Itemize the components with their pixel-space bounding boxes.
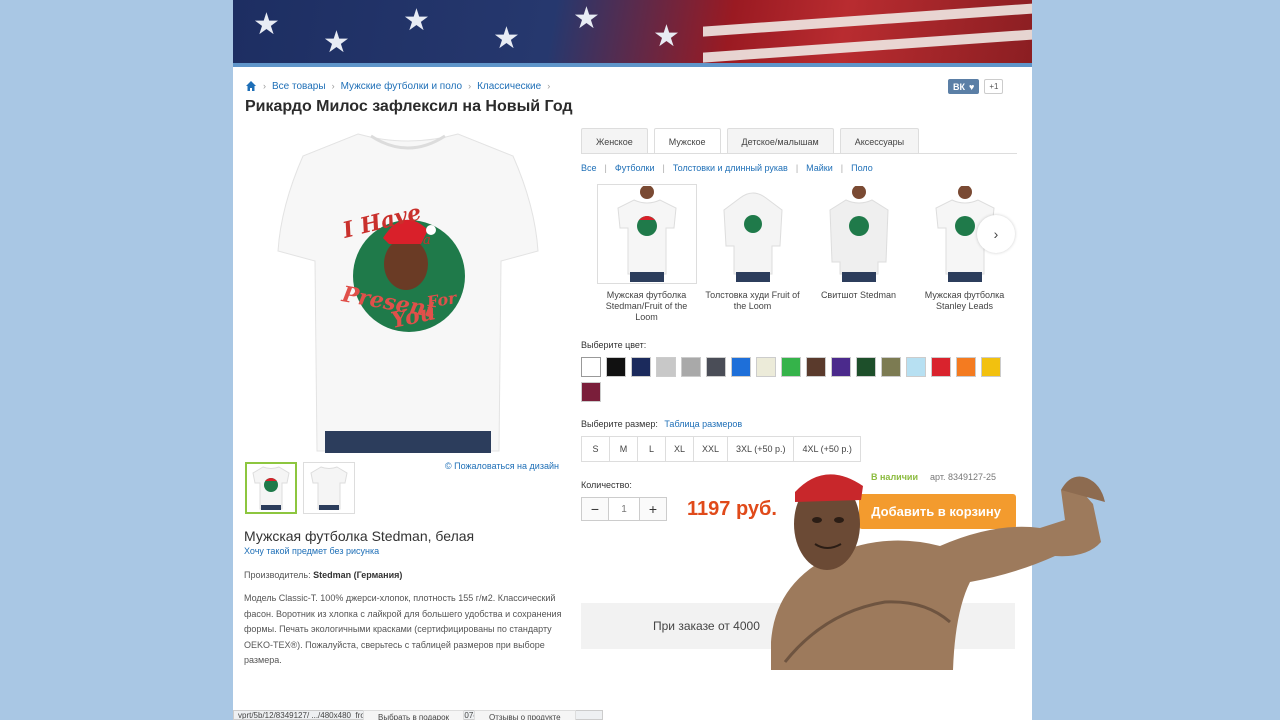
chevron-right-icon[interactable]: ›	[977, 215, 1015, 253]
size-option-m[interactable]: M	[609, 436, 638, 462]
product-main-image[interactable]: I Have a Present For You	[273, 126, 543, 456]
subnav-hoodies[interactable]: Толстовки и длинный рукав	[673, 163, 788, 173]
variant-label: Мужская футболка Stedman/Fruit of the Lo…	[605, 290, 688, 322]
size-label: Выберите размер:	[581, 419, 658, 429]
color-swatch[interactable]	[656, 357, 676, 377]
tab-accessories[interactable]: Аксессуары	[839, 128, 920, 154]
color-swatch[interactable]	[756, 357, 776, 377]
variant-image	[809, 184, 909, 284]
size-option-3xl[interactable]: 3XL (+50 р.)	[727, 436, 795, 462]
tab-kids[interactable]: Детское/малышам	[726, 128, 834, 154]
color-swatch[interactable]	[906, 357, 926, 377]
breadcrumb-link-classic[interactable]: Классические	[477, 81, 541, 92]
color-swatch[interactable]	[856, 357, 876, 377]
producer-info: Производитель: Stedman (Германия)	[244, 570, 402, 580]
category-tabs: Женское Мужское Детское/малышам Аксессуа…	[581, 128, 920, 154]
color-swatch[interactable]	[881, 357, 901, 377]
size-option-l[interactable]: L	[637, 436, 666, 462]
quantity-stepper: − 1 +	[581, 497, 667, 521]
complain-link[interactable]: © Пожаловаться на дизайн	[445, 461, 559, 471]
item-name: Мужская футболка Stedman, белая	[244, 528, 475, 544]
social-share: ВК ♥ +1	[948, 79, 1004, 94]
no-print-link[interactable]: Хочу такой предмет без рисунка	[244, 546, 379, 556]
size-option-xxl[interactable]: XXL	[693, 436, 729, 462]
product-description: Модель Classic-T. 100% джерси-хлопок, пл…	[244, 593, 562, 665]
color-swatch[interactable]	[581, 382, 601, 402]
page-title: Рикардо Милос зафлексил на Новый Год	[245, 98, 573, 115]
color-swatch[interactable]	[806, 357, 826, 377]
chevron-right-icon: ›	[547, 81, 551, 91]
breadcrumb: › Все товары › Мужские футболки и поло ›…	[245, 80, 550, 92]
tab-men[interactable]: Мужское	[653, 128, 721, 154]
size-option-xl[interactable]: XL	[665, 436, 695, 462]
thumbnail-front[interactable]	[245, 462, 297, 514]
variant-image	[596, 184, 697, 284]
thumbnail-back[interactable]	[303, 462, 355, 514]
minus-button[interactable]: −	[581, 497, 609, 521]
color-swatch[interactable]	[981, 357, 1001, 377]
color-swatch[interactable]	[731, 357, 751, 377]
tabs-divider	[581, 153, 1017, 154]
subnav-tanks[interactable]: Майки	[806, 163, 833, 173]
color-swatch[interactable]	[581, 357, 601, 377]
price: 1197 руб.	[687, 498, 777, 520]
chevron-right-icon: ›	[331, 81, 335, 91]
variant-item[interactable]: Мужская футболка Stanley Leads	[913, 184, 1016, 323]
variant-label: Толстовка худи Fruit of the Loom	[705, 290, 800, 311]
overlay-figure	[765, 462, 1110, 677]
color-swatch[interactable]	[706, 357, 726, 377]
home-icon[interactable]	[245, 80, 257, 92]
plus-button[interactable]: +	[639, 497, 667, 521]
size-options: S M L XL XXL 3XL (+50 р.) 4XL (+50 р.)	[581, 436, 861, 462]
tab-gift[interactable]: Выбрать в подарок	[363, 710, 465, 720]
size-table-link[interactable]: Таблица размеров	[664, 419, 742, 429]
producer-value: Stedman (Германия)	[313, 570, 403, 580]
product-type-nav: Все | Футболки | Толстовки и длинный рук…	[581, 163, 873, 173]
heart-icon: ♥	[969, 81, 975, 92]
bottom-tabs: Выбрать в подарок Отзывы о продукте	[363, 710, 576, 720]
subnav-tshirts[interactable]: Футболки	[615, 163, 655, 173]
color-swatch[interactable]	[956, 357, 976, 377]
site-banner[interactable]: ★ ★ ★ ★ ★ ★	[233, 0, 1032, 65]
breadcrumb-link-mens[interactable]: Мужские футболки и поло	[341, 81, 463, 92]
variant-item[interactable]: Толстовка худи Fruit of the Loom	[701, 184, 804, 323]
image-thumbnails	[245, 462, 355, 514]
variant-carousel: Мужская футболка Stedman/Fruit of the Lo…	[595, 184, 1016, 323]
size-option-4xl[interactable]: 4XL (+50 р.)	[793, 436, 861, 462]
quantity-label: Количество:	[581, 480, 632, 490]
banner-divider	[233, 63, 1032, 67]
producer-label: Производитель:	[244, 570, 311, 580]
plus-one-button[interactable]: +1	[984, 79, 1004, 94]
vk-share-button[interactable]: ВК ♥	[948, 79, 980, 94]
color-swatch[interactable]	[681, 357, 701, 377]
variant-label: Мужская футболка Stanley Leads	[924, 290, 1005, 311]
color-swatch[interactable]	[931, 357, 951, 377]
variant-item[interactable]: Свитшот Stedman	[807, 184, 910, 323]
color-swatch[interactable]	[631, 357, 651, 377]
subnav-all[interactable]: Все	[581, 163, 597, 173]
size-label-row: Выберите размер: Таблица размеров	[581, 419, 742, 429]
color-swatch[interactable]	[831, 357, 851, 377]
variant-image	[703, 184, 803, 284]
color-swatch[interactable]	[606, 357, 626, 377]
subnav-polo[interactable]: Поло	[851, 163, 873, 173]
vk-label: ВК	[953, 81, 965, 92]
chevron-right-icon: ›	[468, 81, 472, 91]
tab-reviews[interactable]: Отзывы о продукте	[474, 710, 576, 720]
color-swatches	[581, 357, 1001, 402]
color-swatch[interactable]	[781, 357, 801, 377]
chevron-right-icon: ›	[263, 81, 266, 91]
quantity-input[interactable]: 1	[609, 497, 639, 521]
tab-women[interactable]: Женское	[581, 128, 648, 154]
variant-item[interactable]: Мужская футболка Stedman/Fruit of the Lo…	[595, 184, 698, 323]
svg-text:a: a	[423, 233, 431, 248]
size-option-s[interactable]: S	[581, 436, 610, 462]
breadcrumb-link-all[interactable]: Все товары	[272, 81, 326, 92]
variant-label: Свитшот Stedman	[820, 290, 897, 300]
color-label: Выберите цвет:	[581, 340, 647, 350]
